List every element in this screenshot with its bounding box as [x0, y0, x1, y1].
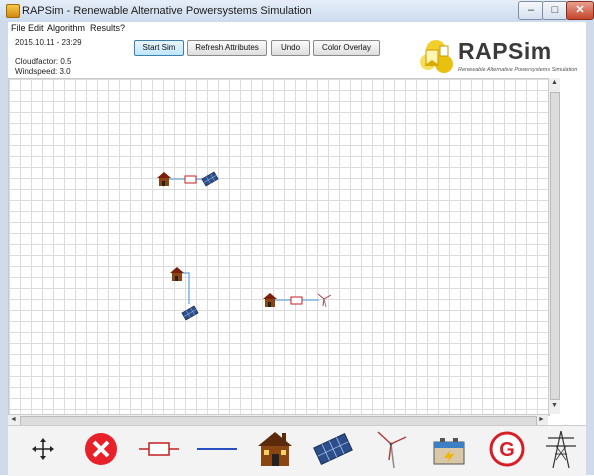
- generator-icon[interactable]: G: [484, 428, 530, 470]
- windspeed-label: Windspeed: 3.0: [15, 67, 71, 76]
- refresh-attributes-button[interactable]: Refresh Attributes: [187, 40, 267, 56]
- undo-button[interactable]: Undo: [271, 40, 310, 56]
- sim-datetime: 2015.10.11 - 23:29: [15, 38, 82, 47]
- start-sim-button[interactable]: Start Sim: [134, 40, 184, 56]
- color-overlay-button[interactable]: Color Overlay: [313, 40, 380, 56]
- resistor-icon[interactable]: [184, 175, 197, 184]
- network-diagram: [157, 171, 332, 321]
- scroll-up-icon[interactable]: ▲: [549, 79, 560, 86]
- menu-help[interactable]: ?: [120, 23, 125, 33]
- app-icon: [6, 4, 20, 18]
- scroll-left-icon[interactable]: ◄: [8, 416, 19, 423]
- cloudfactor-label: Cloudfactor: 0.5: [15, 57, 72, 66]
- menu-results[interactable]: Results: [90, 23, 120, 33]
- logo-text: RAPSim: [458, 38, 552, 64]
- cable-line[interactable]: [181, 272, 190, 304]
- window-border-right: [586, 22, 594, 475]
- delete-icon[interactable]: [78, 428, 124, 470]
- solar-panel-icon[interactable]: [201, 171, 219, 187]
- logo-subtitle: Renewable Alternative Powersystems Simul…: [458, 67, 578, 73]
- window-title: RAPSim - Renewable Alternative Powersyst…: [22, 5, 312, 17]
- window-border-left: [0, 22, 8, 475]
- logo-emblem-icon: [420, 40, 453, 73]
- scroll-down-icon[interactable]: ▼: [549, 402, 560, 409]
- component-toolbar: G: [8, 425, 586, 476]
- house-icon[interactable]: [263, 293, 277, 307]
- wind-turbine-icon[interactable]: [317, 293, 332, 308]
- scroll-right-icon[interactable]: ►: [536, 416, 547, 423]
- solar-panel-icon[interactable]: [310, 428, 356, 470]
- close-button[interactable]: ✕: [566, 1, 594, 20]
- house-icon[interactable]: [170, 267, 184, 281]
- wind-turbine-icon[interactable]: [368, 428, 414, 470]
- vertical-scroll-thumb[interactable]: [550, 92, 560, 400]
- title-bar: RAPSim - Renewable Alternative Powersyst…: [0, 0, 594, 23]
- menu-bar: File Edit Algorithm Results ?: [8, 22, 586, 36]
- grid-canvas[interactable]: [8, 78, 550, 416]
- battery-icon[interactable]: [426, 428, 472, 470]
- house-icon[interactable]: [252, 428, 298, 470]
- resistor-icon[interactable]: [136, 428, 182, 470]
- menu-algorithm[interactable]: Algorithm: [47, 23, 85, 33]
- solar-panel-icon[interactable]: [181, 305, 199, 321]
- line-icon[interactable]: [194, 428, 240, 470]
- menu-edit[interactable]: Edit: [28, 23, 44, 33]
- svg-text:G: G: [499, 439, 515, 461]
- vertical-scrollbar[interactable]: ▲ ▼: [548, 78, 560, 414]
- rapsim-logo: RAPSim Renewable Alternative Powersystem…: [418, 36, 588, 78]
- house-icon[interactable]: [157, 172, 171, 186]
- minimize-button[interactable]: –: [518, 1, 544, 20]
- resistor-icon[interactable]: [290, 296, 303, 305]
- maximize-button[interactable]: □: [542, 1, 568, 20]
- transmission-tower-icon[interactable]: [538, 428, 584, 470]
- move-icon[interactable]: [20, 428, 66, 470]
- menu-file[interactable]: File: [11, 23, 26, 33]
